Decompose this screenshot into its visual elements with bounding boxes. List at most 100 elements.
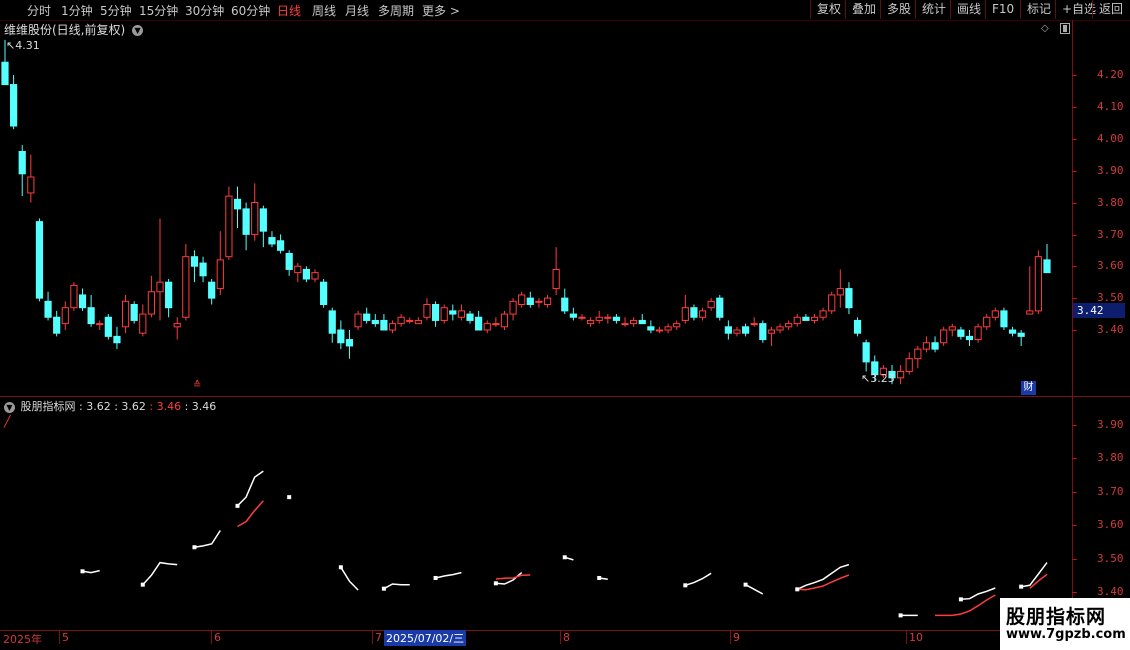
period-tab[interactable]: 15分钟 [139, 2, 178, 19]
indicator-line-white [1021, 562, 1048, 588]
period-tab[interactable]: 30分钟 [185, 2, 224, 19]
candle-body [190, 256, 199, 267]
candle [897, 365, 905, 385]
candle-body [612, 316, 621, 321]
candle-body [440, 307, 448, 321]
candle-body [139, 313, 147, 334]
period-tab[interactable]: 分时 [27, 2, 51, 19]
candle-body [707, 300, 715, 309]
candle [294, 263, 302, 283]
candlestick-chart[interactable] [0, 20, 1072, 396]
candle-body [630, 319, 638, 325]
timeline-tick [372, 630, 373, 644]
candle [78, 288, 87, 311]
candle-body [285, 253, 293, 270]
indicator-line-white [82, 569, 100, 574]
candle [543, 294, 552, 308]
candle [664, 323, 672, 334]
indicator-line-red [237, 500, 264, 528]
candle-body [1043, 259, 1051, 274]
candle-body [302, 268, 311, 280]
back-button[interactable]: 返回 [1092, 0, 1130, 19]
candle-body [208, 281, 216, 299]
candle [741, 323, 750, 337]
candle-body [931, 342, 939, 350]
event-marker-icon[interactable]: ≙ [193, 380, 201, 391]
candle [61, 301, 69, 330]
candle [380, 314, 388, 331]
candle-body [10, 84, 18, 127]
candle-body [449, 310, 457, 315]
candle-body [1017, 332, 1025, 337]
candle [328, 307, 336, 343]
restore-rights-button[interactable]: 复权 [810, 0, 845, 19]
candle [475, 310, 483, 331]
candle [27, 154, 35, 203]
candle-body [147, 291, 155, 315]
multi-stock-button[interactable]: 多股 [880, 0, 915, 19]
candle-body [53, 316, 61, 334]
candle [940, 326, 948, 346]
statistics-button[interactable]: 统计 [915, 0, 950, 19]
candle [302, 266, 311, 283]
timeline-tick [211, 630, 212, 644]
candle-body [897, 370, 905, 379]
candle-body [552, 268, 560, 290]
price-axis-label: 3.80 [1097, 196, 1124, 209]
mark-button[interactable]: 标记 [1020, 0, 1055, 19]
candle-body [371, 319, 379, 325]
toolbar: 分时 1分钟 5分钟 15分钟 30分钟 60分钟 日线 周线 月线 多周期 更… [0, 0, 1130, 21]
indicator-line-red [797, 574, 850, 591]
candle-body [431, 304, 440, 321]
candle [931, 336, 939, 353]
price-axis-label: 3.90 [1097, 164, 1124, 177]
candle [130, 301, 138, 324]
candle-body [578, 316, 586, 319]
f10-button[interactable]: F10 [985, 0, 1020, 19]
candle-body [182, 256, 190, 318]
candle-body [87, 307, 95, 325]
current-price-badge: 3.42 [1073, 303, 1125, 318]
add-watchlist-button[interactable]: +自选 [1055, 0, 1096, 19]
financial-report-badge[interactable]: 财 [1021, 381, 1036, 395]
candle-body [948, 326, 956, 331]
period-tab[interactable]: 多周期 [378, 2, 414, 19]
candle [569, 307, 577, 321]
candle-body [70, 284, 78, 309]
candle [35, 218, 44, 302]
candle [828, 291, 836, 315]
candle-body [595, 316, 603, 321]
candle-body [664, 326, 672, 331]
candle-body [406, 319, 414, 322]
period-tab[interactable]: 5分钟 [100, 2, 132, 19]
low-price-marker: ↖3.23 [861, 372, 895, 385]
draw-line-button[interactable]: 画线 [950, 0, 985, 19]
watermark: 股朋指标网 www.7gpzb.com [1000, 598, 1130, 650]
candle-body [965, 335, 974, 341]
candle [922, 336, 931, 353]
period-tab[interactable]: 60分钟 [231, 2, 270, 19]
period-tab[interactable]: 1分钟 [61, 2, 93, 19]
candle [96, 320, 104, 330]
candle [793, 314, 801, 327]
candle-body [388, 323, 397, 331]
candle [311, 269, 319, 283]
more-periods-menu[interactable]: 更多 > [422, 2, 460, 19]
overlay-button[interactable]: 叠加 [845, 0, 880, 19]
period-tab[interactable]: 月线 [345, 2, 369, 19]
candle [526, 291, 534, 308]
candle-body [268, 237, 276, 245]
indicator-axis-label: 3.60 [1097, 518, 1124, 531]
candle [371, 314, 379, 327]
indicator-marker [192, 545, 197, 550]
indicator-chart[interactable] [0, 397, 1072, 630]
candle [621, 317, 629, 327]
candle-body [543, 297, 552, 305]
candle [423, 298, 431, 321]
watermark-url: www.7gpzb.com [1006, 627, 1126, 642]
candle [10, 75, 18, 130]
period-tab[interactable]: 周线 [312, 2, 336, 19]
candle-body [716, 297, 724, 318]
period-tab-active[interactable]: 日线 [277, 2, 301, 19]
candle [139, 304, 147, 337]
